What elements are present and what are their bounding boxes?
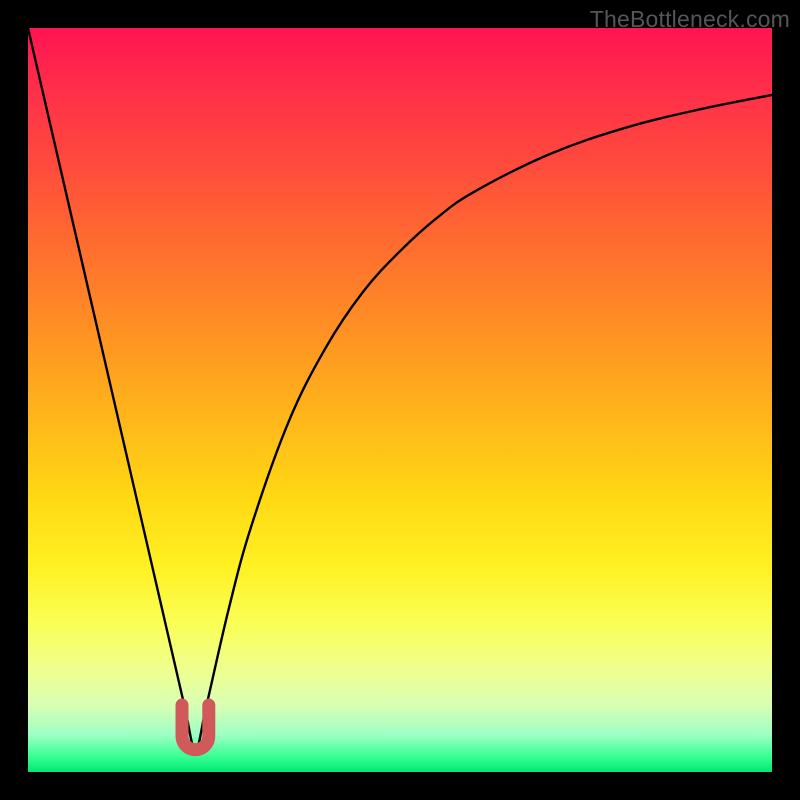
bottleneck-curve-path [28,28,772,750]
bottleneck-curve-svg [28,28,772,772]
chart-frame: TheBottleneck.com [0,0,800,800]
watermark-text: TheBottleneck.com [590,6,790,33]
plot-area [28,28,772,772]
optimum-highlight [182,705,209,750]
